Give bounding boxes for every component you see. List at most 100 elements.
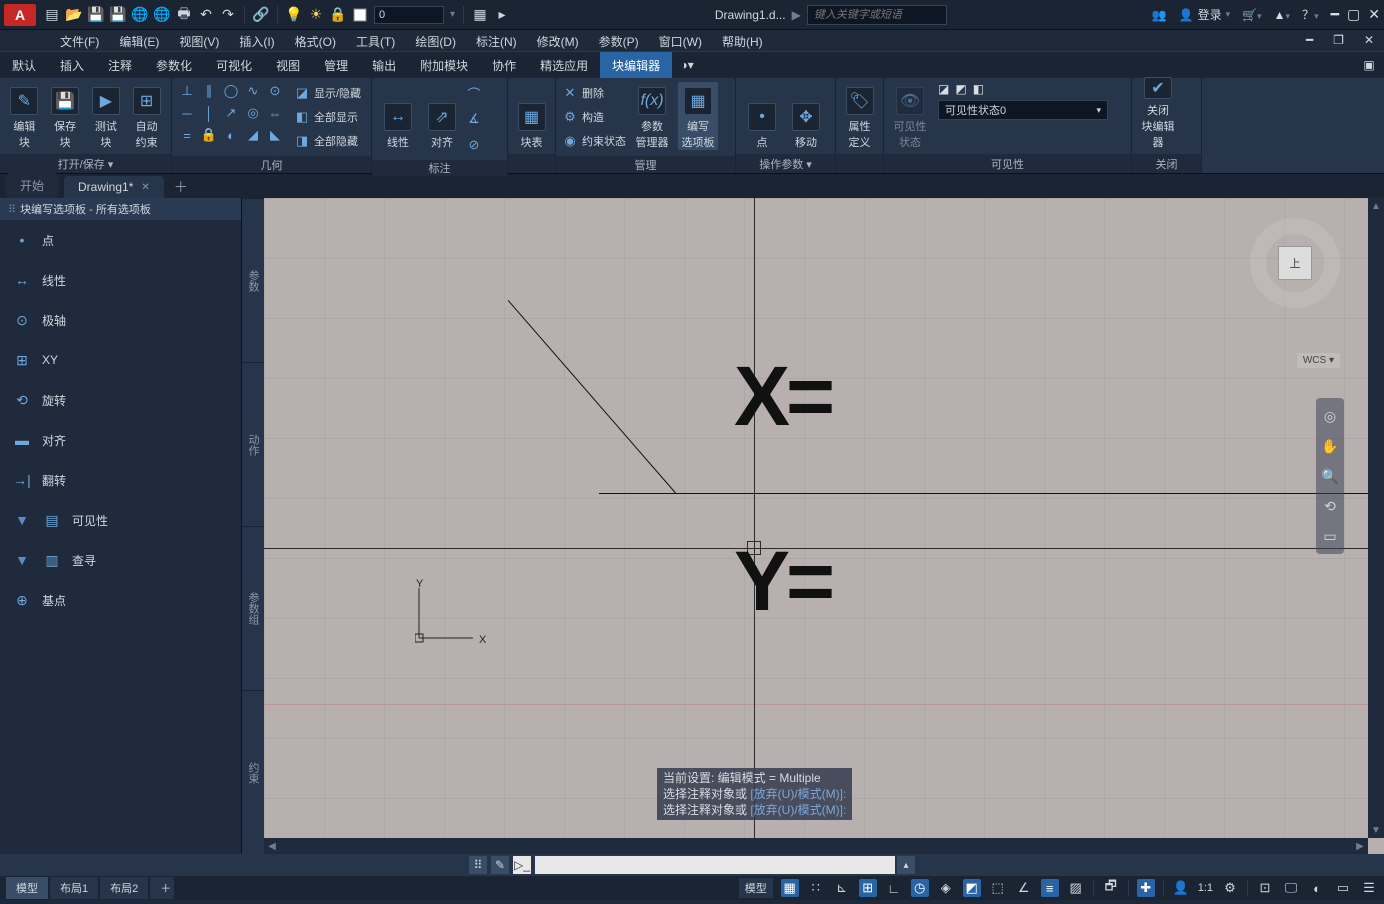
auto-constrain-button[interactable]: ⊞自动 约束 — [128, 82, 165, 150]
nav-showmotion-icon[interactable]: ▭ — [1320, 526, 1340, 546]
palette-rotate[interactable]: ⟲旋转 — [0, 380, 241, 420]
linear-button[interactable]: ↔线性 — [378, 82, 418, 150]
status-dyn-icon[interactable]: ⊞ — [859, 879, 877, 897]
save-block-button[interactable]: 💾保存 块 — [47, 82, 84, 150]
tab-addons[interactable]: 附加模块 — [408, 52, 480, 78]
doc-tab-start[interactable]: 开始 — [6, 173, 58, 198]
visibility-state-dropdown[interactable]: 可见性状态0▾ — [938, 100, 1108, 120]
status-infer-icon[interactable]: ⊾ — [833, 879, 851, 897]
sun-icon[interactable]: ☀ — [308, 7, 324, 23]
app-store-icon[interactable]: ▲▾ — [1274, 8, 1290, 22]
nav-wheel-icon[interactable]: ◎ — [1320, 406, 1340, 426]
status-gear-icon[interactable]: ⚙ — [1221, 879, 1239, 897]
menu-help[interactable]: 帮助(H) — [712, 30, 773, 51]
properties-icon[interactable]: ▦ — [472, 7, 488, 23]
status-iso-icon[interactable]: ◈ — [937, 879, 955, 897]
status-model-button[interactable]: 模型 — [739, 878, 773, 898]
menu-format[interactable]: 格式(O) — [285, 30, 346, 51]
status-cycling-icon[interactable]: 🗗 — [1102, 879, 1120, 897]
palette-lookup[interactable]: ▼▥查寻 — [0, 540, 241, 580]
construct-button[interactable]: ⚙构造 — [562, 106, 626, 128]
smooth-icon[interactable]: ∿ — [244, 82, 262, 100]
cmd-expand-icon[interactable]: ▴ — [897, 856, 915, 874]
status-clean-icon[interactable]: ▭ — [1334, 879, 1352, 897]
web-open-icon[interactable]: 🌐 — [132, 7, 148, 23]
sym-icon[interactable]: ⇔ — [266, 104, 284, 122]
concen-icon[interactable]: ◎ — [244, 104, 262, 122]
dim-i1[interactable]: ⌒ — [466, 82, 482, 104]
cmd-prompt-icon[interactable]: ▷_ — [513, 856, 531, 874]
open-icon[interactable]: 📂 — [66, 7, 82, 23]
vis-icon-2[interactable]: ◩ — [955, 82, 966, 96]
cmd-history-icon[interactable]: ⠿ — [469, 856, 487, 874]
layout-tab-2[interactable]: 布局2 — [100, 877, 148, 899]
param-manager-button[interactable]: f(x)参数 管理器 — [632, 82, 672, 150]
parallel-icon[interactable]: ∥ — [200, 82, 218, 100]
doc-minimize-icon[interactable]: ━ — [1296, 30, 1323, 51]
vis-icon-3[interactable]: ◧ — [973, 82, 984, 96]
palette-polar[interactable]: ⊙极轴 — [0, 300, 241, 340]
share-icon[interactable]: 🔗 — [253, 7, 269, 23]
side-tab-constraints[interactable]: 约束 — [242, 690, 264, 854]
doc-close-icon[interactable]: ✕ — [1354, 30, 1384, 51]
perp-icon[interactable]: ⊥ — [178, 82, 196, 100]
vert-icon[interactable]: │ — [200, 104, 218, 122]
web-save-icon[interactable]: 🌐 — [154, 7, 170, 23]
expand-icon[interactable]: ▸ — [494, 7, 510, 23]
cmd-customize-icon[interactable]: ✎ — [491, 856, 509, 874]
command-input[interactable] — [535, 856, 895, 874]
delete-button[interactable]: ✕删除 — [562, 82, 626, 104]
palette-xy[interactable]: ⊞XY — [0, 340, 241, 380]
palette-flip[interactable]: →|翻转 — [0, 460, 241, 500]
menu-dim[interactable]: 标注(N) — [466, 30, 527, 51]
constraint-status-button[interactable]: ◉约束状态 — [562, 130, 626, 152]
status-otrack-icon[interactable]: ∠ — [1015, 879, 1033, 897]
block-table-button[interactable]: ▦块表 — [514, 82, 549, 150]
menu-draw[interactable]: 绘图(D) — [405, 30, 466, 51]
tab-manage[interactable]: 管理 — [312, 52, 360, 78]
status-snap-icon[interactable]: ∷ — [807, 879, 825, 897]
dim-i3[interactable]: ⊘ — [466, 134, 482, 156]
layer-color-swatch[interactable] — [352, 7, 368, 23]
geom-icon-b[interactable]: ◢ — [244, 126, 262, 144]
wcs-dropdown[interactable]: WCS ▾ — [1297, 353, 1340, 368]
side-tab-paramsets[interactable]: 参数组 — [242, 526, 264, 690]
colin-icon[interactable]: ↗ — [222, 104, 240, 122]
tab-default[interactable]: 默认 — [0, 52, 48, 78]
status-trans-icon[interactable]: ▨ — [1067, 879, 1085, 897]
palette-point[interactable]: •点 — [0, 220, 241, 260]
drawing-canvas[interactable]: X= Y= Y X 上 WCS ▾ ◎ ✋ 🔍 ⟲ ▭ 当前设置: 编辑模式 =… — [264, 198, 1368, 838]
saveas-icon[interactable]: 💾 — [110, 7, 126, 23]
tab-insert[interactable]: 插入 — [48, 52, 96, 78]
edit-block-button[interactable]: ✎编辑 块 — [6, 82, 43, 150]
doc-tab-drawing1[interactable]: Drawing1*✕ — [64, 176, 164, 198]
status-custom-icon[interactable]: ☰ — [1360, 879, 1378, 897]
status-3dosnap-icon[interactable]: ⬚ — [989, 879, 1007, 897]
scrollbar-horizontal[interactable]: ◀▶ — [264, 838, 1368, 854]
tab-extra-icon[interactable]: ◑▾ — [672, 52, 702, 78]
doc-restore-icon[interactable]: ❐ — [1323, 30, 1354, 51]
hide-all-button[interactable]: ◨全部隐藏 — [294, 130, 361, 152]
tab-express[interactable]: 精选应用 — [528, 52, 600, 78]
tab-visualize[interactable]: 可视化 — [204, 52, 264, 78]
help-icon[interactable]: ？▾ — [1302, 6, 1319, 23]
show-hide-button[interactable]: ◪显示/隐藏 — [294, 82, 361, 104]
bulb-on-icon[interactable]: 💡 — [286, 7, 302, 23]
menu-edit[interactable]: 编辑(E) — [109, 30, 169, 51]
dim-i2[interactable]: ∡ — [466, 108, 482, 130]
connect-icon[interactable]: 👥 — [1152, 8, 1167, 22]
nav-pan-icon[interactable]: ✋ — [1320, 436, 1340, 456]
show-all-button[interactable]: ◧全部显示 — [294, 106, 361, 128]
viewcube[interactable]: 上 — [1250, 218, 1340, 308]
layer-dropdown[interactable] — [374, 6, 444, 24]
horiz-icon[interactable]: ─ — [178, 104, 196, 122]
status-grid-icon[interactable]: ▦ — [781, 879, 799, 897]
scrollbar-vertical[interactable]: ▲▼ — [1368, 198, 1384, 838]
menu-view[interactable]: 视图(V) — [169, 30, 229, 51]
geom-icon-a[interactable]: ◐ — [222, 126, 240, 144]
vis-icon-1[interactable]: ◪ — [938, 82, 949, 96]
close-block-editor-button[interactable]: ✔关闭 块编辑器 — [1138, 82, 1178, 150]
status-ortho-icon[interactable]: ∟ — [885, 879, 903, 897]
lock-icon[interactable]: 🔒 — [330, 7, 346, 23]
tab-output[interactable]: 输出 — [360, 52, 408, 78]
